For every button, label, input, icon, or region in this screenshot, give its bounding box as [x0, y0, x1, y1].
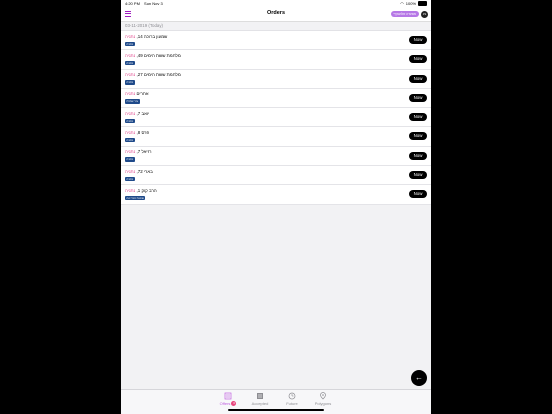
order-street: רזיאל 7,	[136, 149, 152, 155]
order-row[interactable]: פרס 8, נתניה נתניה Now	[121, 127, 431, 147]
now-button[interactable]: Now	[409, 55, 427, 64]
order-city: נתניה	[125, 168, 136, 174]
order-row[interactable]: בארי 72, נתניה נתניה Now	[121, 166, 431, 186]
order-street: בארי 72,	[136, 168, 153, 174]
map-pin-icon	[320, 392, 326, 400]
order-row[interactable]: שמעון ברוכה 14, נתניה נתניה Now	[121, 31, 431, 51]
area-tag: שכונת הנרייטה	[125, 195, 146, 201]
order-street: שמעון ברוכה 14,	[136, 33, 168, 39]
order-street: מלחמת ששת הימים 49,	[136, 52, 181, 58]
clock-icon	[288, 392, 296, 400]
now-button[interactable]: Now	[409, 93, 427, 102]
now-button[interactable]: Now	[409, 36, 427, 44]
order-row[interactable]: מלחמת ששת הימים 49, נתניה נתניה Now	[121, 50, 431, 70]
status-bar: 4:20 PM Sun Nov 3 ◠ 100%	[121, 0, 431, 7]
status-time: 4:20 PM	[125, 1, 140, 6]
order-city: נתניה	[125, 72, 136, 78]
order-street: יואב 7,	[136, 110, 150, 116]
order-city: נתניה	[125, 91, 136, 97]
page-title: Orders	[266, 10, 286, 16]
accepted-icon	[257, 393, 263, 399]
area-tag: נתניה	[125, 60, 135, 66]
order-row[interactable]: מלחמת ששת הימים 27, נתניה נתניה Now	[121, 69, 431, 89]
order-city: נתניה	[125, 129, 136, 135]
tab-polygons[interactable]: Polygons	[303, 392, 343, 406]
offers-icon	[224, 392, 232, 400]
order-row[interactable]: יואב 7, נתניה נתניה Now	[121, 108, 431, 128]
back-arrow-button[interactable]: ←	[411, 370, 427, 386]
restaurant-pill[interactable]: מסעדה אלנשקיף	[390, 11, 419, 17]
order-row[interactable]: אחרים נתניה עיר אחרת Now	[121, 88, 431, 109]
order-address: הרב קוק 1, נתניה	[125, 188, 157, 193]
tab-polygons-label: Polygons	[314, 401, 332, 406]
order-address: פרס 8, נתניה	[125, 130, 149, 135]
area-tag: נתניה	[125, 80, 135, 85]
order-address: אחרים נתניה	[125, 91, 149, 96]
area-tag: נתניה	[125, 41, 135, 46]
now-button[interactable]: Now	[409, 151, 427, 160]
status-left: 4:20 PM Sun Nov 3	[125, 1, 166, 6]
avatar[interactable]: JS	[421, 10, 428, 18]
order-address: בארי 72, נתניה	[125, 169, 153, 174]
order-street: אחרים	[136, 91, 149, 97]
order-street: הרב קוק 1,	[136, 187, 157, 193]
order-city: נתניה	[125, 187, 136, 193]
order-row[interactable]: הרב קוק 1, נתניה שכונת הנרייטה Now	[121, 185, 431, 205]
status-right: ◠ 100%	[400, 1, 427, 6]
now-button[interactable]: Now	[409, 132, 427, 141]
now-button[interactable]: Now	[409, 190, 427, 199]
order-city: נתניה	[125, 110, 136, 116]
offers-badge: 3	[231, 401, 237, 407]
wifi-icon: ◠	[400, 1, 404, 6]
order-city: נתניה	[125, 149, 136, 155]
order-street: מלחמת ששת הימים 27,	[136, 72, 181, 78]
order-city: נתניה	[125, 33, 136, 39]
tab-bar: Offers 3 Accepted Future Polygons	[121, 389, 431, 414]
now-button[interactable]: Now	[409, 74, 427, 83]
date-section-header: 03-11-2019 (Today)	[121, 22, 431, 31]
order-row[interactable]: רזיאל 7, נתניה נתניה Now	[121, 146, 431, 167]
now-button[interactable]: Now	[409, 171, 427, 180]
status-date: Sun Nov 3	[144, 1, 163, 6]
order-address: רזיאל 7, נתניה	[125, 149, 151, 154]
order-address: שמעון ברוכה 14, נתניה	[125, 34, 167, 39]
home-indicator	[228, 409, 324, 411]
tab-offers-label: Offers	[219, 401, 231, 406]
now-button[interactable]: Now	[409, 113, 427, 122]
order-street: פרס 8,	[136, 129, 150, 135]
order-city: נתניה	[125, 52, 136, 58]
area-tag: נתניה	[125, 137, 135, 143]
area-tag: עיר אחרת	[125, 99, 140, 104]
battery-icon	[418, 1, 427, 6]
area-tag: נתניה	[125, 118, 135, 124]
order-address: יואב 7, נתניה	[125, 111, 149, 116]
order-address: מלחמת ששת הימים 27, נתניה	[125, 72, 181, 77]
area-tag: נתניה	[125, 176, 135, 182]
orders-list: שמעון ברוכה 14, נתניה נתניה Now מלחמת ששת ה…	[121, 31, 431, 205]
order-address: מלחמת ששת הימים 49, נתניה	[125, 53, 181, 58]
app-screen: 4:20 PM Sun Nov 3 ◠ 100% Orders מסעדה אל…	[121, 0, 431, 414]
area-tag: נתניה	[125, 157, 135, 162]
battery-percent: 100%	[405, 1, 416, 6]
nav-bar: Orders מסעדה אלנשקיף JS	[121, 7, 431, 22]
